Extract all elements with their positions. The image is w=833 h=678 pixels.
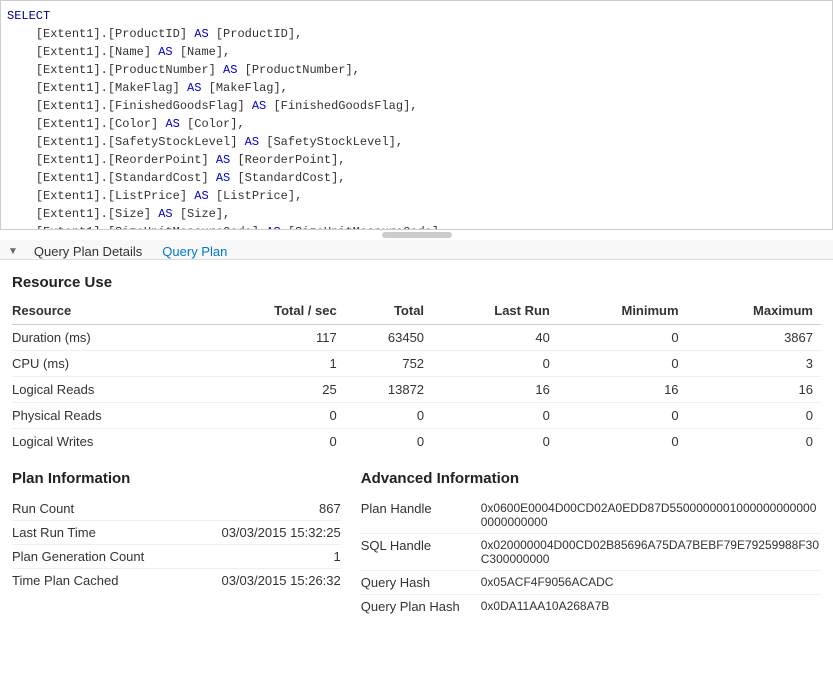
- cell-total: 752: [345, 351, 432, 377]
- advanced-info-title: Advanced Information: [361, 470, 821, 487]
- adv-value: 0x0DA11AA10A268A7B: [481, 599, 610, 613]
- adv-value: 0x05ACF4F9056ACADC: [481, 575, 614, 589]
- cell-last_run: 0: [432, 351, 558, 377]
- tab-query-plan-details[interactable]: Query Plan Details: [24, 240, 152, 263]
- cell-resource: Duration (ms): [12, 325, 205, 351]
- list-item: Query Plan Hash0x0DA11AA10A268A7B: [361, 595, 821, 618]
- advanced-info-rows: Plan Handle0x0600E0004D00CD02A0EDD87D550…: [361, 497, 821, 618]
- adv-label: Query Plan Hash: [361, 599, 481, 614]
- table-row: Logical Writes00000: [12, 429, 821, 455]
- list-item: Query Hash0x05ACF4F9056ACADC: [361, 571, 821, 595]
- cell-last_run: 40: [432, 325, 558, 351]
- cell-maximum: 3: [687, 351, 821, 377]
- list-item: Last Run Time 03/03/2015 15:32:25: [12, 521, 341, 545]
- table-row: CPU (ms)1752003: [12, 351, 821, 377]
- plan-info-col: Plan Information Run Count 867 Last Run Ti…: [12, 470, 341, 618]
- horizontal-scrollbar[interactable]: [382, 232, 452, 238]
- info-label: Last Run Time: [12, 525, 96, 540]
- plan-info-rows: Run Count 867 Last Run Time 03/03/2015 15:3…: [12, 497, 341, 592]
- resource-use-title: Resource Use: [12, 274, 821, 291]
- cell-minimum: 0: [558, 325, 687, 351]
- list-item: Plan Handle0x0600E0004D00CD02A0EDD87D550…: [361, 497, 821, 534]
- adv-label: SQL Handle: [361, 538, 481, 553]
- col-header: Total: [345, 299, 432, 325]
- cell-minimum: 0: [558, 403, 687, 429]
- cell-resource: Logical Writes: [12, 429, 205, 455]
- cell-resource: Physical Reads: [12, 403, 205, 429]
- tabs-bar: ▼ Query Plan DetailsQuery Plan: [0, 240, 833, 260]
- list-item: Plan Generation Count 1: [12, 545, 341, 569]
- cell-minimum: 0: [558, 429, 687, 455]
- info-label: Time Plan Cached: [12, 573, 118, 588]
- list-item: Time Plan Cached 03/03/2015 15:26:32: [12, 569, 341, 592]
- tabs-container: Query Plan DetailsQuery Plan: [24, 244, 237, 259]
- adv-value: 0x020000004D00CD02B85696A75DA7BEBF79E792…: [481, 538, 821, 566]
- info-value: 03/03/2015 15:26:32: [221, 573, 340, 588]
- cell-total: 0: [345, 403, 432, 429]
- adv-label: Plan Handle: [361, 501, 481, 516]
- cell-resource: Logical Reads: [12, 377, 205, 403]
- table-row: Logical Reads2513872161616: [12, 377, 821, 403]
- table-row: Physical Reads00000: [12, 403, 821, 429]
- cell-total_sec: 0: [205, 403, 345, 429]
- tab-dropdown-arrow[interactable]: ▼: [8, 246, 18, 257]
- cell-maximum: 0: [687, 403, 821, 429]
- col-header: Total / sec: [205, 299, 345, 325]
- cell-total: 0: [345, 429, 432, 455]
- info-section: Plan Information Run Count 867 Last Run Ti…: [12, 470, 821, 618]
- table-row: Duration (ms)117634504003867: [12, 325, 821, 351]
- cell-total_sec: 117: [205, 325, 345, 351]
- cell-resource: CPU (ms): [12, 351, 205, 377]
- cell-maximum: 16: [687, 377, 821, 403]
- cell-last_run: 0: [432, 429, 558, 455]
- col-header: Resource: [12, 299, 205, 325]
- cell-last_run: 16: [432, 377, 558, 403]
- info-value: 03/03/2015 15:32:25: [221, 525, 340, 540]
- info-label: Plan Generation Count: [12, 549, 144, 564]
- cell-total: 63450: [345, 325, 432, 351]
- cell-last_run: 0: [432, 403, 558, 429]
- sql-editor[interactable]: SELECT [Extent1].[ProductID] AS [Product…: [0, 0, 833, 230]
- resource-table: ResourceTotal / secTotalLast RunMinimumM…: [12, 299, 821, 454]
- cell-total_sec: 25: [205, 377, 345, 403]
- tab-query-plan[interactable]: Query Plan: [152, 240, 237, 263]
- cell-maximum: 0: [687, 429, 821, 455]
- cell-minimum: 16: [558, 377, 687, 403]
- info-value: 1: [334, 549, 341, 564]
- col-header: Minimum: [558, 299, 687, 325]
- cell-maximum: 3867: [687, 325, 821, 351]
- cell-total_sec: 0: [205, 429, 345, 455]
- adv-value: 0x0600E0004D00CD02A0EDD87D55000000010000…: [481, 501, 821, 529]
- resource-table-header: ResourceTotal / secTotalLast RunMinimumM…: [12, 299, 821, 325]
- resource-table-body: Duration (ms)117634504003867CPU (ms)1752…: [12, 325, 821, 455]
- sql-code: SELECT [Extent1].[ProductID] AS [Product…: [1, 1, 832, 230]
- col-header: Maximum: [687, 299, 821, 325]
- info-label: Run Count: [12, 501, 74, 516]
- cell-total_sec: 1: [205, 351, 345, 377]
- main-content: Resource Use ResourceTotal / secTotalLas…: [0, 260, 833, 628]
- info-value: 867: [319, 501, 341, 516]
- col-header: Last Run: [432, 299, 558, 325]
- list-item: SQL Handle0x020000004D00CD02B85696A75DA7…: [361, 534, 821, 571]
- adv-label: Query Hash: [361, 575, 481, 590]
- cell-minimum: 0: [558, 351, 687, 377]
- list-item: Run Count 867: [12, 497, 341, 521]
- plan-info-title: Plan Information: [12, 470, 341, 487]
- advanced-info-col: Advanced Information Plan Handle0x0600E0…: [361, 470, 821, 618]
- cell-total: 13872: [345, 377, 432, 403]
